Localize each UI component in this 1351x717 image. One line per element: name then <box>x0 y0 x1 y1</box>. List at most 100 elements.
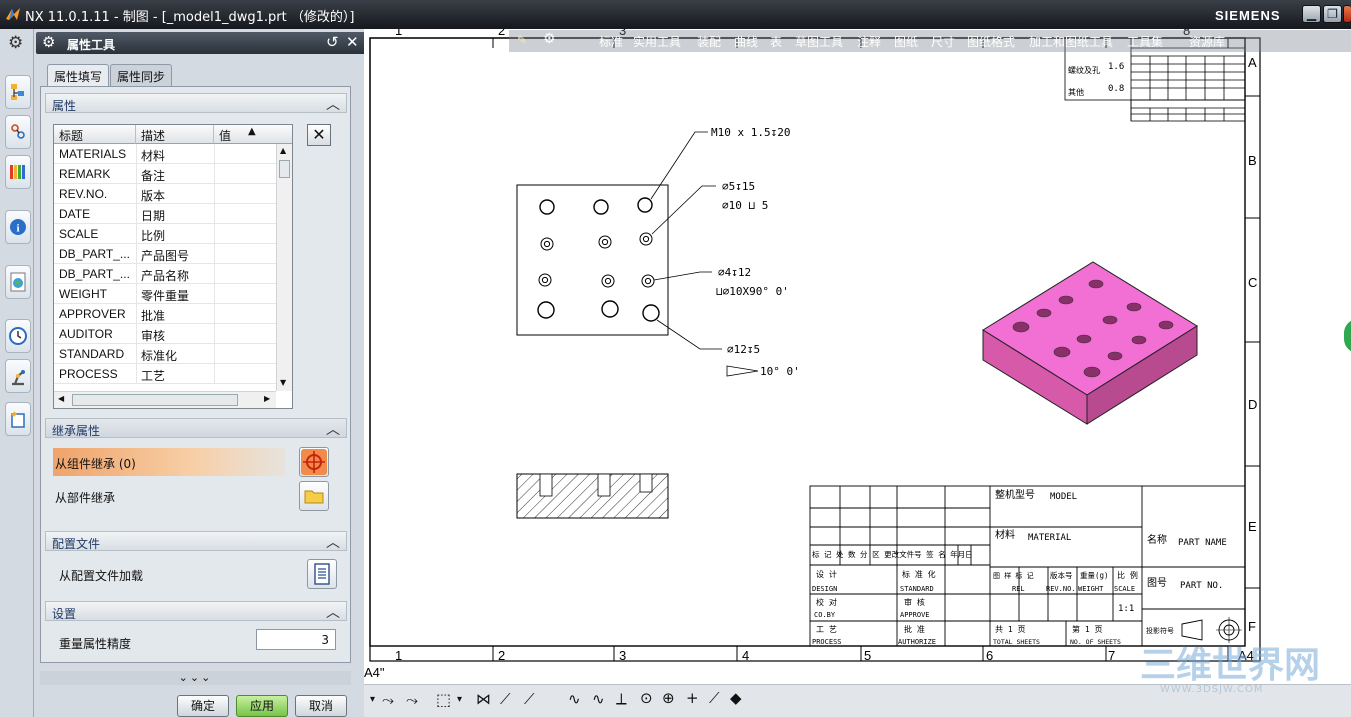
more-options-toggle[interactable]: ⌄⌄⌄ <box>40 671 351 685</box>
snap-tangent-icon[interactable]: ⟋ <box>709 689 720 707</box>
hscroll-thumb[interactable] <box>72 394 238 406</box>
process-studio-tab[interactable] <box>5 359 31 393</box>
snap-center-icon[interactable]: ⊙ <box>640 689 653 707</box>
row-title: WEIGHT <box>59 287 107 301</box>
ribbon-tab[interactable]: 草图工具 <box>795 33 843 50</box>
roles-tab[interactable] <box>5 402 31 436</box>
ribbon-tab[interactable]: 装配 <box>697 33 721 50</box>
table-row[interactable]: DB_PART_... 产品图号 <box>54 244 276 264</box>
table-row[interactable]: WEIGHT 零件重量 <box>54 284 276 304</box>
tb-process-en: PROCESS <box>812 638 842 646</box>
menu-arrow-icon[interactable]: ▾ <box>370 694 375 705</box>
column-header-title[interactable]: 标题 <box>54 125 136 144</box>
tb-standard: 标 准 化 <box>902 569 936 579</box>
weight-precision-input[interactable]: 3 <box>256 629 336 650</box>
inherit-from-component-row[interactable]: 从组件继承 (0) <box>53 448 285 476</box>
dialog-gear-icon[interactable]: ⚙ <box>42 33 55 51</box>
zone-row-letter: C <box>1248 275 1257 290</box>
history-tab[interactable] <box>5 319 31 353</box>
snap-intersect-icon[interactable]: ⟂ <box>616 689 627 709</box>
snap-control-icon[interactable]: ∿ <box>568 690 581 708</box>
table-row[interactable]: MATERIALS 材料 <box>54 144 276 164</box>
open-part-button[interactable] <box>299 481 329 511</box>
tab-property-sync[interactable]: 属性同步 <box>110 64 173 86</box>
hd3d-tools-tab[interactable]: i <box>5 210 31 244</box>
resource-bar: ⚙ i <box>0 29 34 717</box>
scroll-right-icon[interactable]: ▶ <box>264 394 270 403</box>
load-from-config-label: 从配置文件加载 <box>59 569 144 583</box>
rectangle-select-icon[interactable]: ⬚ <box>436 690 451 709</box>
snap-spline-icon[interactable]: ∿ <box>592 690 605 708</box>
ribbon-tab[interactable]: 资源库 <box>1189 33 1225 50</box>
scroll-left-icon[interactable]: ◀ <box>58 394 64 403</box>
snap-arrow-icon[interactable]: ⤳ <box>382 691 394 709</box>
ok-button[interactable]: 确定 <box>177 695 229 717</box>
ribbon-tab[interactable]: 图纸 <box>894 33 918 50</box>
column-header-desc[interactable]: 描述 <box>136 125 214 144</box>
part-navigator-tab[interactable] <box>5 155 31 189</box>
table-row[interactable]: REV.NO. 版本 <box>54 184 276 204</box>
select-component-button[interactable] <box>299 447 329 477</box>
ribbon-tab[interactable]: 表 <box>770 33 782 50</box>
attributes-group-header[interactable]: 属性 ︿ <box>45 93 347 113</box>
close-button[interactable] <box>1343 5 1351 23</box>
snap-face-icon[interactable]: ◆ <box>730 689 742 707</box>
scroll-up-icon[interactable]: ▲ <box>280 146 286 155</box>
snap-midpoint-icon[interactable]: ⟋ <box>524 690 535 708</box>
table-row[interactable]: PROCESS 工艺 <box>54 364 276 384</box>
minimize-button[interactable]: ▁ <box>1302 5 1321 23</box>
web-browser-tab[interactable] <box>5 265 31 299</box>
apply-button[interactable]: 应用 <box>236 695 288 717</box>
tab-property-fill[interactable]: 属性填写 <box>47 64 110 86</box>
tb-rev: 版本号 <box>1050 570 1073 580</box>
dropdown-arrow-icon[interactable]: ▾ <box>457 694 462 705</box>
config-group-header[interactable]: 配置文件 ︿ <box>45 531 347 551</box>
ribbon-tab[interactable]: 加工和图纸工具 <box>1029 33 1113 50</box>
table-row[interactable]: DB_PART_... 产品名称 <box>54 264 276 284</box>
assembly-navigator-tab[interactable] <box>5 75 31 109</box>
ribbon-tab[interactable]: 工具集 <box>1127 33 1163 50</box>
ribbon-tab[interactable]: 图纸格式 <box>967 33 1015 50</box>
gear-icon[interactable]: ⚙ <box>8 33 23 53</box>
delete-attribute-button[interactable]: ✕ <box>307 124 331 146</box>
reset-icon[interactable]: ↺ <box>326 33 339 51</box>
column-header-value[interactable]: 值 ▲ <box>214 125 292 144</box>
inherit-from-part-row[interactable]: 从部件继承 <box>53 482 285 510</box>
inherit-group-header[interactable]: 继承属性 ︿ <box>45 418 347 438</box>
table-row[interactable]: APPROVER 批准 <box>54 304 276 324</box>
table-row[interactable]: REMARK 备注 <box>54 164 276 184</box>
row-title: PROCESS <box>59 367 118 381</box>
settings-group-header[interactable]: 设置 ︿ <box>45 601 347 621</box>
snap-multi-icon[interactable]: ⤳ <box>406 691 418 709</box>
table-row[interactable]: DATE 日期 <box>54 204 276 224</box>
dialog-close-icon[interactable]: ✕ <box>346 33 359 51</box>
ribbon-tab[interactable]: 标准 <box>599 33 623 50</box>
load-config-button[interactable] <box>307 559 337 589</box>
restore-button[interactable]: ❐ <box>1323 5 1342 23</box>
ribbon-tab[interactable]: 曲线 <box>734 33 758 50</box>
ribbon-tab[interactable]: 尺寸 <box>931 33 955 50</box>
tb-drawing-no-label: 图号 <box>1147 577 1167 589</box>
ribbon-gear-icon[interactable]: ⚙ <box>543 31 556 47</box>
snap-quadrant-icon[interactable]: ⊕ <box>662 689 675 707</box>
ribbon-tab[interactable]: 实用工具 <box>633 33 681 50</box>
table-row[interactable]: AUDITOR 审核 <box>54 324 276 344</box>
table-row[interactable]: SCALE 比例 <box>54 224 276 244</box>
row-desc: 标准化 <box>141 349 178 363</box>
table-vertical-scrollbar[interactable]: ▲ ▼ <box>276 144 292 391</box>
snap-endpoint-icon[interactable]: ⋈ <box>476 690 491 708</box>
ribbon-tab[interactable]: 注释 <box>857 33 881 50</box>
cancel-button[interactable]: 取消 <box>295 695 347 717</box>
table-row[interactable]: STANDARD 标准化 <box>54 344 276 364</box>
constraint-navigator-tab[interactable] <box>5 115 31 149</box>
table-horizontal-scrollbar[interactable]: ◀ ▶ <box>54 391 276 408</box>
reuse-library-icon <box>10 165 25 179</box>
scroll-down-icon[interactable]: ▼ <box>280 378 286 387</box>
drawing-canvas[interactable]: 1 2 3 8 1 2 3 4 5 6 7 A B C D E F A4" A4 <box>364 29 1351 684</box>
scroll-thumb[interactable] <box>279 160 290 178</box>
snap-line-icon[interactable]: ⟋ <box>500 690 511 708</box>
ribbon-brush-icon[interactable]: ✎ <box>517 33 527 47</box>
snap-point-icon[interactable]: + <box>686 689 699 707</box>
brand-label: SIEMENS <box>1215 8 1281 23</box>
tb-authorize-en: AUTHORIZE <box>898 638 936 646</box>
